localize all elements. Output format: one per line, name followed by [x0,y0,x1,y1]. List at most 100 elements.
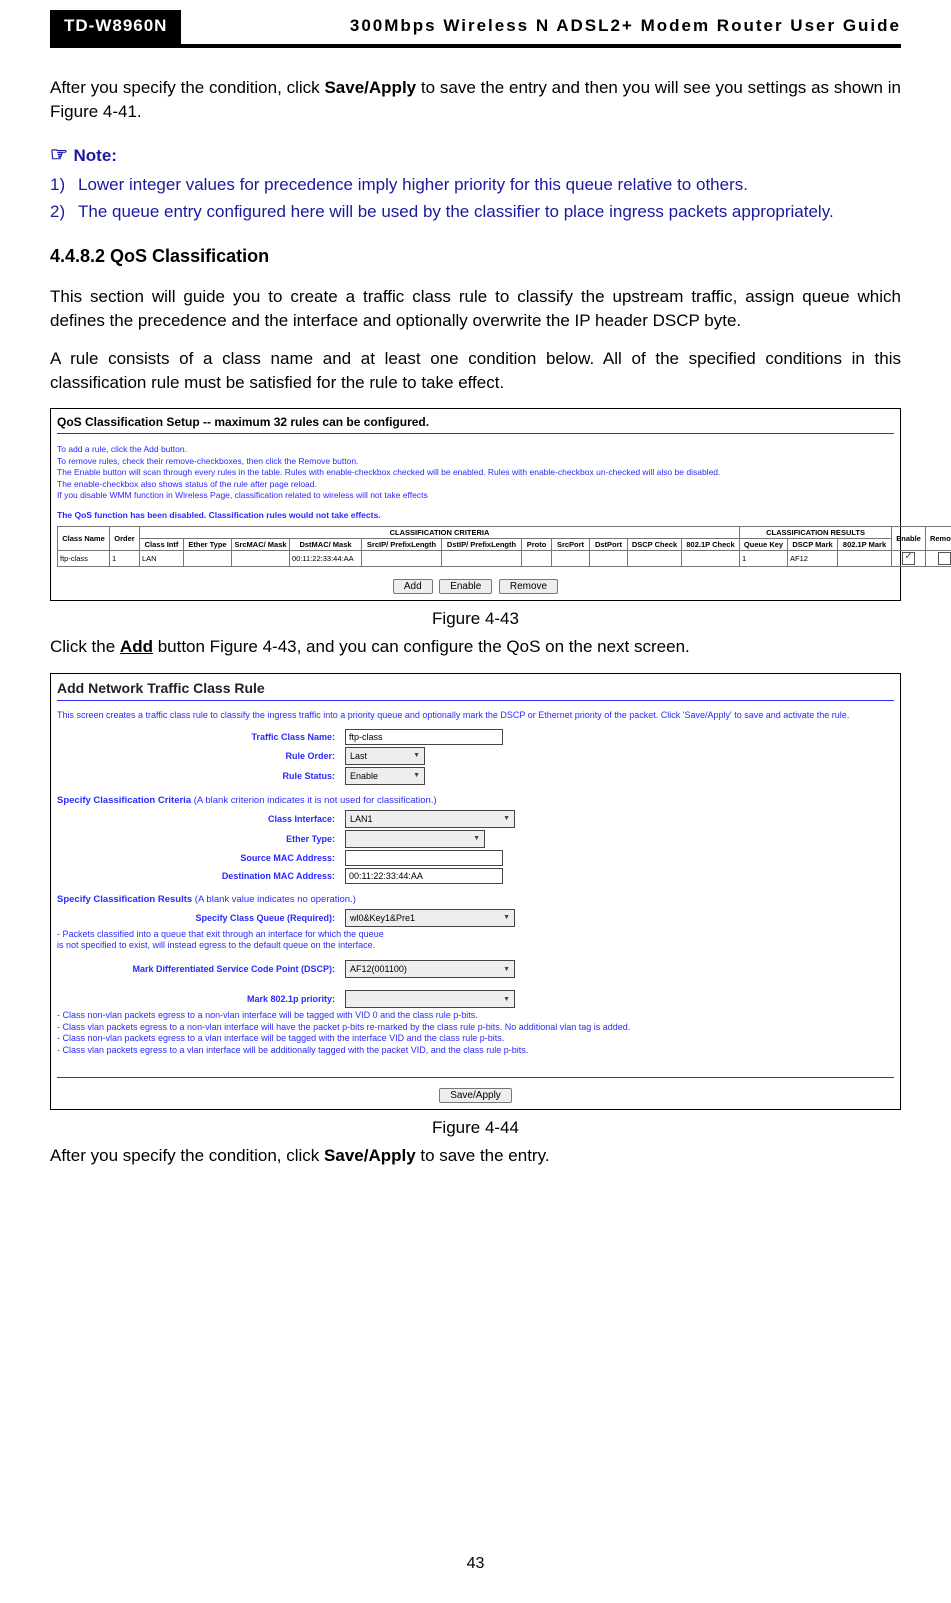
fig44-description: This screen creates a traffic class rule… [57,709,894,721]
note-text-1: Lower integer values for precedence impl… [78,173,748,197]
class-queue-value: wl0&Key1&Pre1 [350,913,415,923]
fig43-rule [57,433,894,434]
checkbox-icon[interactable] [938,552,951,565]
dscp-value: AF12(001100) [350,964,407,974]
th-ethertype: Ether Type [184,538,232,550]
closing-c: to save the entry. [416,1146,550,1165]
fig43-instr-2: The Enable button will scan through ever… [57,467,894,478]
fig43-instr-0: To add a rule, click the Add button. [57,444,894,455]
closing-a: After you specify the condition, click [50,1146,324,1165]
fig44-note2-0: - Class non-vlan packets egress to a non… [57,1010,894,1022]
th-dscpmark: DSCP Mark [788,538,838,550]
sub2-a: Specify Classification Results [57,894,192,905]
sub1-a: Specify Classification Criteria [57,795,191,806]
figure-4-44-caption: Figure 4-44 [50,1118,901,1138]
after-fig43-text: Click the Add button Figure 4-43, and yo… [50,635,901,659]
fig43-table: Class Name Order CLASSIFICATION CRITERIA… [57,526,951,567]
label-dest-mac: Destination MAC Address: [57,871,345,881]
rule-order-select[interactable]: Last [345,747,425,765]
th-classintf: Class Intf [140,538,184,550]
fig43-title: QoS Classification Setup -- maximum 32 r… [57,415,894,429]
intro-bold: Save/Apply [324,78,416,97]
class-interface-value: LAN1 [350,814,373,824]
th-order: Order [110,526,140,550]
table-row: ftp-class 1 LAN 00:11:22:33:44:AA 1 AF12 [58,550,951,566]
remove-button[interactable]: Remove [499,579,558,594]
th-dscpcheck: DSCP Check [628,538,682,550]
guide-title: 300Mbps Wireless N ADSL2+ Modem Router U… [181,10,901,44]
rule-status-value: Enable [350,771,378,781]
note-item-2: 2) The queue entry configured here will … [50,200,901,224]
figure-4-43-box: QoS Classification Setup -- maximum 32 r… [50,408,901,600]
td-classintf: LAN [140,550,184,566]
fig44-note2-1: - Class vlan packets egress to a non-vla… [57,1022,894,1034]
add-button[interactable]: Add [393,579,433,594]
td-remove[interactable] [926,550,951,566]
td-enable[interactable] [892,550,926,566]
checkbox-checked-icon[interactable] [902,552,915,565]
th-results: CLASSIFICATION RESULTS [740,526,892,538]
save-apply-button[interactable]: Save/Apply [439,1088,512,1103]
intro-paragraph: After you specify the condition, click S… [50,76,901,124]
traffic-class-name-input[interactable] [345,729,503,745]
model-badge: TD-W8960N [50,10,181,44]
rule-status-select[interactable]: Enable [345,767,425,785]
th-srcip: SrcIP/ PrefixLength [362,538,442,550]
after43-c: button Figure 4-43, and you can configur… [153,637,690,656]
fig44-note-queue-1: - Packets classified into a queue that e… [57,929,894,941]
label-rule-order: Rule Order: [57,751,345,761]
td-ethertype [184,550,232,566]
th-8021pcheck: 802.1P Check [682,538,740,550]
after43-a: Click the [50,637,120,656]
dest-mac-input[interactable] [345,868,503,884]
fig44-rule-1 [57,700,894,701]
fig43-instructions: To add a rule, click the Add button. To … [57,444,894,501]
th-classname: Class Name [58,526,110,550]
th-enable: Enable [892,526,926,550]
after43-b: Add [120,637,153,656]
label-dscp: Mark Differentiated Service Code Point (… [57,964,345,974]
td-dstmac: 00:11:22:33:44:AA [290,550,362,566]
source-mac-input[interactable] [345,850,503,866]
fig44-note2-2: - Class non-vlan packets egress to a vla… [57,1033,894,1045]
8021p-select[interactable] [345,990,515,1008]
fig43-instr-3: The enable-checkbox also shows status of… [57,479,894,490]
ether-type-select[interactable] [345,830,485,848]
td-8021pmark [838,550,892,566]
subhead-criteria: Specify Classification Criteria (A blank… [57,795,894,806]
page-header: TD-W8960N 300Mbps Wireless N ADSL2+ Mode… [50,10,901,48]
class-queue-select[interactable]: wl0&Key1&Pre1 [345,909,515,927]
fig44-note2-3: - Class vlan packets egress to a vlan in… [57,1045,894,1057]
td-srcport [552,550,590,566]
label-rule-status: Rule Status: [57,771,345,781]
note-num-1: 1) [50,173,78,197]
fig44-title: Add Network Traffic Class Rule [57,680,894,696]
note-num-2: 2) [50,200,78,224]
td-dscpmark: AF12 [788,550,838,566]
th-criteria: CLASSIFICATION CRITERIA [140,526,740,538]
subhead-results: Specify Classification Results (A blank … [57,894,894,905]
fig44-rule-2 [57,1077,894,1078]
td-dstport [590,550,628,566]
label-class-queue: Specify Class Queue (Required): [57,913,345,923]
fig43-instr-1: To remove rules, check their remove-chec… [57,456,894,467]
label-class-interface: Class Interface: [57,814,345,824]
label-source-mac: Source MAC Address: [57,853,345,863]
th-dstip: DstIP/ PrefixLength [442,538,522,550]
sub1-b: (A blank criterion indicates it is not u… [191,795,437,806]
figure-4-44-box: Add Network Traffic Class Rule This scre… [50,673,901,1110]
fig43-instr-4: If you disable WMM function in Wireless … [57,490,894,501]
dscp-select[interactable]: AF12(001100) [345,960,515,978]
th-dstport: DstPort [590,538,628,550]
class-interface-select[interactable]: LAN1 [345,810,515,828]
td-8021pcheck [682,550,740,566]
rule-order-value: Last [350,751,367,761]
closing-b: Save/Apply [324,1146,416,1165]
td-queuekey: 1 [740,550,788,566]
td-srcip [362,550,442,566]
enable-button[interactable]: Enable [439,579,492,594]
note-text-2: The queue entry configured here will be … [78,200,834,224]
label-8021p: Mark 802.1p priority: [57,994,345,1004]
td-dstip [442,550,522,566]
td-srcmac [232,550,290,566]
